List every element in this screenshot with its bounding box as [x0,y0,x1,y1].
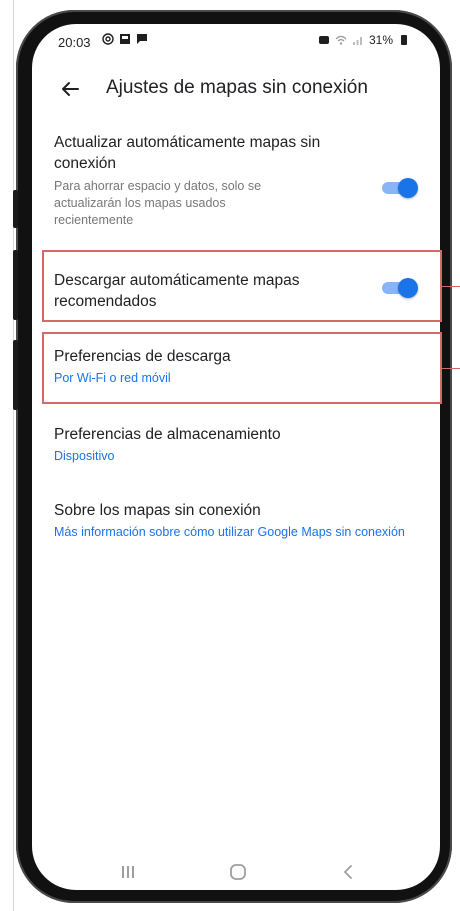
app-bar: Ajustes de mapas sin conexión [32,72,440,106]
battery-level: 31% [368,33,393,47]
auto-update-toggle[interactable] [382,178,418,198]
setting-about-offline-maps[interactable]: Sobre los mapas sin conexión Más informa… [32,498,440,568]
document-edge-line [13,0,14,911]
recents-icon[interactable] [114,858,142,886]
arrow-back-icon[interactable] [58,77,82,101]
message-icon [137,34,147,44]
volume-up-button [13,190,18,228]
toggle-thumb [398,178,418,198]
page-title: Ajustes de mapas sin conexión [106,77,368,98]
phone-screen: 20:03 31% Ajustes de mapas sin conexión [32,24,440,890]
gallery-icon [120,34,130,44]
auto-update-title: Actualizar automáticamente mapas sin con… [54,134,321,172]
signal-icon [352,37,362,45]
about-title: Sobre los mapas sin conexión [54,502,261,519]
status-time: 20:03 [58,35,91,50]
at-sign-icon [102,33,114,45]
side-key [13,340,18,410]
notification-icons [102,33,148,45]
page: 20:03 31% Ajustes de mapas sin conexión [0,0,460,911]
battery-icon [401,35,407,45]
home-icon[interactable] [224,858,252,886]
highlight-box-auto-download [42,250,442,322]
pointer-line [442,286,460,287]
volume-down-button [13,250,18,320]
auto-update-description: Para ahorrar espacio y datos, solo se ac… [54,179,262,227]
setting-storage-preferences[interactable]: Preferencias de almacenamiento Dispositi… [32,422,440,470]
system-icons: 31% [318,33,410,47]
navigation-bar [32,852,440,890]
storage-preferences-value: Dispositivo [54,449,115,463]
alarm-icon [318,36,329,44]
nav-back-icon[interactable] [334,858,362,886]
status-bar: 20:03 31% [32,24,440,56]
highlight-box-download-preferences [42,332,442,404]
about-link[interactable]: Más información sobre cómo utilizar Goog… [54,524,434,541]
wifi-icon [335,35,347,45]
storage-preferences-title: Preferencias de almacenamiento [54,426,281,443]
pointer-line [442,368,460,369]
setting-auto-update[interactable]: Actualizar automáticamente mapas sin con… [32,132,440,238]
